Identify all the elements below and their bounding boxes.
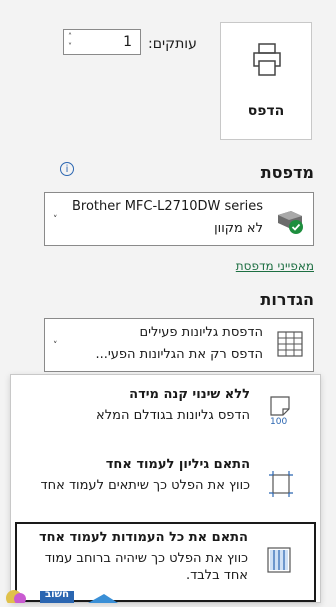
no-scaling-icon: 100	[270, 396, 290, 425]
print-button[interactable]: הדפס	[220, 22, 312, 140]
menu-item-title: התאם את כל העמודות לעמוד אחד	[38, 530, 248, 545]
copies-label: עותקים:	[148, 36, 197, 52]
menu-item-title: התאם גיליון לעמוד אחד	[105, 457, 250, 472]
copies-value: 1	[123, 34, 132, 50]
scaling-menu: ללא שינוי קנה מידה הדפס גליונות בגודלם ה…	[10, 374, 321, 603]
printer-select[interactable]: Brother MFC-L2710DW series לא מקוון ˅	[44, 192, 314, 246]
sheet-grid-icon	[277, 331, 303, 357]
fit-columns-icon	[267, 547, 291, 573]
print-what-title: הדפסת גליונות פעילים	[139, 325, 263, 340]
chevron-down-icon: ˅	[53, 215, 58, 225]
print-what-desc: הדפס רק את הגליונות הפעי...	[95, 347, 263, 362]
taskbar-fragment: חשוב	[0, 588, 120, 606]
print-what-select[interactable]: הדפסת גליונות פעילים הדפס רק את הגליונות…	[44, 318, 314, 372]
menu-item-desc: כווץ את הפלט כך שיתאים לעמוד אחד	[40, 478, 250, 493]
menu-item-title: ללא שינוי קנה מידה	[129, 387, 250, 402]
stepper-arrows-icon[interactable]: ˄ ˅	[68, 32, 78, 52]
taskbar-label: חשוב	[45, 589, 69, 600]
copies-stepper[interactable]: ˄ ˅ 1	[63, 29, 141, 55]
printer-ready-icon	[278, 211, 303, 234]
printer-properties-link[interactable]: מאפייני מדפסת	[236, 259, 314, 273]
printer-status: לא מקוון	[214, 221, 263, 236]
menu-item-fit-sheet[interactable]: התאם גיליון לעמוד אחד כווץ את הפלט כך שי…	[11, 447, 320, 517]
menu-item-no-scaling[interactable]: ללא שינוי קנה מידה הדפס גליונות בגודלם ה…	[11, 375, 320, 443]
printer-name: Brother MFC-L2710DW series	[71, 199, 263, 214]
menu-item-desc: כווץ את הפלט כך שיהיה ברוחב עמוד אחד בלב…	[44, 551, 248, 583]
menu-item-desc: הדפס גליונות בגודלם המלא	[96, 408, 250, 423]
print-label: הדפס	[247, 103, 285, 119]
scale-100-text: 100	[270, 417, 287, 425]
printer-section-title: מדפסת	[260, 163, 314, 182]
settings-section-title: הגדרות	[260, 290, 314, 309]
chevron-down-icon: ˅	[53, 341, 58, 351]
info-icon[interactable]: i	[60, 162, 74, 176]
fit-sheet-icon	[269, 471, 293, 497]
printer-icon	[253, 43, 281, 76]
